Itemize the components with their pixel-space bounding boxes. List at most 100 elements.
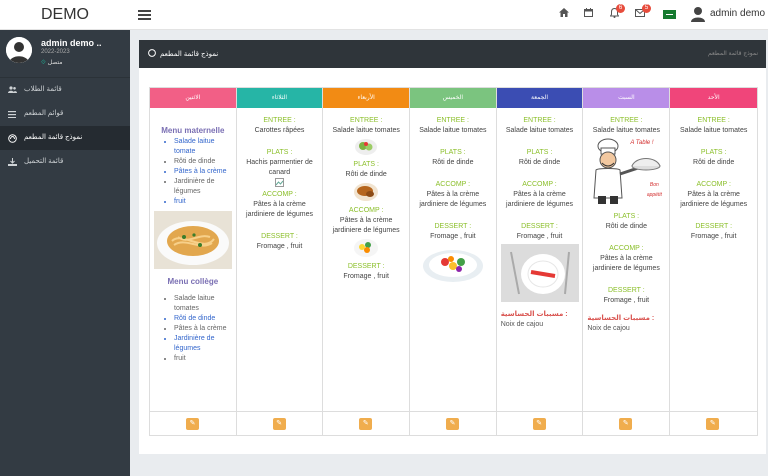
user-panel: admin demo .. 2022-2023 ⟐ متصل (0, 30, 130, 78)
accomp-value: Pâtes à la crème jardiniere de légumes (419, 191, 487, 208)
entree-value: Salade laitue tomates (680, 127, 748, 134)
panel-title-text: نموذج قائمة المطعم (159, 51, 219, 58)
sidebar-item-label: نموذج قائمة المطعم (24, 134, 83, 141)
plats-value: Hachis parmentier de canard (246, 159, 313, 176)
admin-name[interactable]: admin demo ... (710, 8, 768, 19)
day-column-sunday: الأحد ENTREE : Salade laitue tomates PLA… (670, 88, 758, 435)
entree-label: ENTREE : (523, 117, 556, 124)
mail-badge: 5 (642, 4, 651, 13)
accomp-value: Pâtes à la crème jardiniere de légumes (680, 191, 748, 208)
list-item: Salade laitue tomates (174, 294, 236, 314)
accomp-label: ACCOMP : (348, 207, 384, 214)
entree-value: Salade laitue tomates (332, 127, 400, 134)
entree-label: ENTREE : (436, 117, 469, 124)
accomp-label: ACCOMP : (435, 181, 471, 188)
status-label: متصل (47, 60, 63, 66)
allergy-label: مسببات الحساسية : (587, 315, 655, 322)
edit-button[interactable]: ✎ (272, 418, 286, 430)
sidebar-item-menus[interactable]: قوائم المطعم (0, 102, 130, 126)
user-name: admin demo .. (41, 38, 102, 48)
edit-button[interactable]: ✎ (706, 418, 720, 430)
breadcrumb: نموذج قائمة المطعم (708, 51, 758, 57)
dessert-label: DESSERT : (261, 233, 298, 240)
dessert-label: DESSERT : (347, 263, 385, 270)
dessert-value: Fromage , fruit (690, 233, 737, 240)
edit-icon: ✎ (536, 420, 543, 427)
panel-title: نموذج قائمة المطعم (148, 49, 218, 58)
plats-value: Rôti de dinde (432, 159, 474, 166)
column-footer: ✎ (236, 411, 323, 435)
list-item: Pâtes à la crème (174, 324, 236, 334)
sidebar-item-downloads[interactable]: قائمة التحميل (0, 150, 130, 174)
day-column-wednesday: الأربعاء ENTREE : Salade laitue tomates … (323, 88, 411, 435)
list-icon (8, 102, 16, 128)
edit-button[interactable]: ✎ (532, 418, 546, 430)
plats-label: PLATS : (440, 149, 466, 156)
plats-value: Rôti de dinde (345, 171, 387, 178)
brand-logo[interactable]: DEMO (0, 0, 130, 30)
edit-button[interactable]: ✎ (186, 418, 199, 430)
accomp-label: ACCOMP : (522, 181, 557, 188)
edit-button[interactable]: ✎ (359, 418, 373, 430)
day-header: الخميس (410, 88, 496, 108)
fruit-plate-image (413, 244, 493, 284)
admin-avatar-icon[interactable] (691, 6, 705, 22)
list-item: Jardinière de légumes (174, 334, 236, 354)
day-header: الجمعة (496, 88, 583, 108)
list-item: fruit (174, 354, 236, 364)
list-item: Rôti de dinde (174, 314, 236, 324)
calendar-icon[interactable] (584, 8, 593, 22)
download-icon (8, 150, 17, 176)
list-item: Pâtes à la crème (174, 167, 236, 177)
entree-label: ENTREE : (350, 117, 383, 124)
allergy-value: Noix de cajou (500, 321, 544, 328)
accomp-value: Pâtes à la crème jardiniere de légumes (506, 191, 573, 208)
day-header: الاثنين (150, 88, 236, 108)
home-icon[interactable] (559, 8, 569, 22)
sidebar-item-students[interactable]: قائمة الطلاب (0, 78, 130, 102)
maternelle-title: Menu maternelle (161, 126, 225, 135)
chef-sign-text: A Table ! (630, 140, 654, 146)
panel-header: نموذج قائمة المطعم نموذج قائمة المطعم (139, 40, 766, 68)
day-column-thursday: الخميس ENTREE : Salade laitue tomates PL… (410, 88, 497, 435)
plats-label: PLATS : (266, 149, 293, 156)
edit-button[interactable]: ✎ (619, 418, 633, 430)
edit-button[interactable]: ✎ (446, 418, 460, 430)
accomp-label: ACCOMP : (609, 245, 644, 252)
sidebar-item-label: قائمة الطلاب (24, 86, 62, 93)
day-header: الأربعاء (323, 88, 410, 108)
plats-label: PLATS : (613, 213, 640, 220)
day-column-friday: الجمعة ENTREE : Salade laitue tomates PL… (496, 88, 584, 435)
day-column-monday: الاثنين Menu maternelle Salade laitue to… (150, 88, 237, 435)
dessert-value: Fromage , fruit (516, 233, 563, 240)
plats-label: PLATS : (353, 161, 379, 168)
edit-icon: ✎ (449, 420, 456, 427)
chef-sign-text: Bon appétit (646, 182, 662, 198)
top-navbar: DEMO 6 5 admin demo ... (0, 0, 768, 30)
entree-value: Salade laitue tomates (419, 127, 487, 134)
dessert-label: DESSERT : (521, 223, 558, 230)
pasta-dish-image (153, 211, 232, 269)
dessert-label: DESSERT : (695, 223, 733, 230)
chef-hat-icon (148, 49, 156, 57)
language-flag-icon[interactable] (663, 10, 676, 19)
plats-label: PLATS : (700, 149, 727, 156)
sidebar-item-label: قوائم المطعم (24, 110, 64, 117)
column-footer: ✎ (410, 411, 496, 435)
plats-label: PLATS : (526, 149, 553, 156)
sidebar-item-menu-template[interactable]: نموذج قائمة المطعم (0, 126, 130, 150)
broken-image-icon (240, 178, 320, 188)
vegetables-image (326, 236, 406, 260)
entree-value: Salade laitue tomates (505, 127, 574, 134)
college-title: Menu collège (167, 277, 219, 286)
menu-toggle-icon[interactable] (138, 10, 151, 20)
chef-illustration: A Table ! Bon appétit (586, 136, 666, 210)
dessert-value: Fromage , fruit (343, 273, 389, 280)
plats-value: Rôti de dinde (693, 159, 735, 166)
allergy-label: مسببات الحساسية : (500, 311, 568, 318)
school-year: 2022-2023 (41, 49, 70, 55)
accomp-value: Pâtes à la crème jardiniere de légumes (246, 201, 313, 218)
dessert-value: Fromage , fruit (430, 233, 476, 240)
column-footer: ✎ (496, 411, 583, 435)
edit-icon: ✎ (622, 420, 629, 427)
